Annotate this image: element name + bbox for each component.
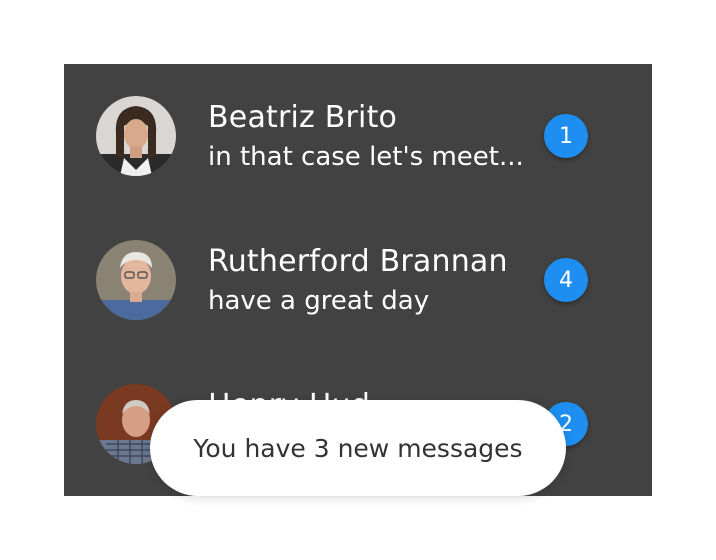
avatar: [96, 96, 176, 176]
conversation-item[interactable]: Rutherford Brannan have a great day 4: [64, 208, 652, 352]
message-preview: have a great day: [208, 286, 430, 316]
contact-name: Rutherford Brannan: [208, 244, 508, 279]
message-preview: in that case let's meet...: [208, 142, 524, 172]
contact-name: Beatriz Brito: [208, 100, 398, 135]
unread-count-badge: 1: [544, 114, 588, 158]
conversation-item[interactable]: Beatriz Brito in that case let's meet...…: [64, 64, 652, 208]
avatar: [96, 240, 176, 320]
unread-count-badge: 4: [544, 258, 588, 302]
new-messages-toast[interactable]: You have 3 new messages: [150, 400, 566, 496]
